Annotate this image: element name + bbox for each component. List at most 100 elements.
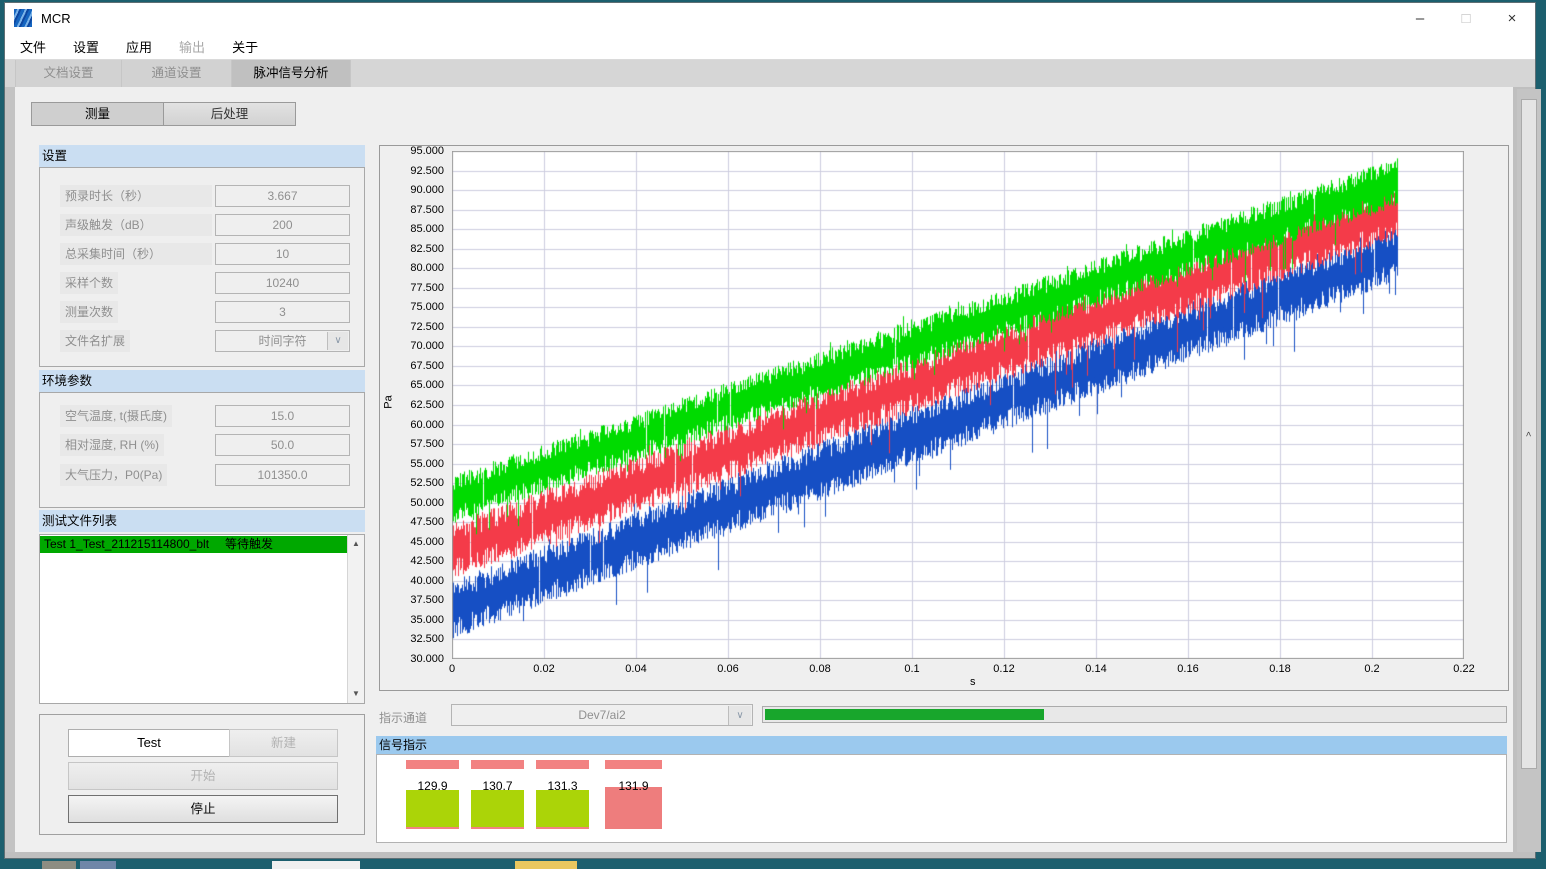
air-temperature-field[interactable]: 15.0	[215, 405, 350, 427]
atmospheric-pressure-field[interactable]: 101350.0	[215, 464, 350, 486]
prerecord-duration-label: 预录时长（秒）	[60, 185, 212, 207]
sound-level-trigger-field[interactable]: 200	[215, 214, 350, 236]
close-button[interactable]: ×	[1489, 3, 1535, 33]
relative-humidity-field[interactable]: 50.0	[215, 434, 350, 456]
subtab-postprocess[interactable]: 后处理	[163, 102, 296, 126]
signal-limit-bar	[605, 760, 662, 769]
chevron-down-icon[interactable]: ∨	[728, 706, 751, 725]
y-tick-label: 50.000	[380, 497, 444, 509]
subtab-measure[interactable]: 测量	[31, 102, 164, 126]
y-tick-label: 57.500	[380, 438, 444, 450]
menu-output: 输出	[179, 37, 205, 56]
form-row: 测量次数 3	[40, 301, 364, 323]
tab-document-settings[interactable]: 文档设置	[15, 60, 122, 87]
stop-button[interactable]: 停止	[68, 795, 338, 823]
progress-fill	[765, 709, 1044, 720]
signal-value: 131.9	[605, 779, 662, 793]
environment-header: 环境参数	[39, 370, 365, 392]
menu-file[interactable]: 文件	[20, 37, 46, 56]
y-tick-label: 60.000	[380, 419, 444, 431]
environment-box: 空气温度, t(摄氏度) 15.0 相对湿度, RH (%) 50.0 大气压力…	[39, 392, 365, 508]
chevron-down-icon[interactable]: ∨	[327, 332, 348, 350]
minimize-button[interactable]: –	[1397, 3, 1443, 33]
menu-about[interactable]: 关于	[232, 37, 258, 56]
taskbar-icon-fragment	[515, 861, 577, 869]
start-button: 开始	[68, 762, 338, 790]
y-tick-label: 92.500	[380, 165, 444, 177]
total-acquisition-time-field[interactable]: 10	[215, 243, 350, 265]
new-button: 新建	[229, 729, 338, 757]
sample-count-field[interactable]: 10240	[215, 272, 350, 294]
x-tick-label: 0.08	[809, 663, 830, 675]
y-tick-label: 42.500	[380, 555, 444, 567]
signal-value: 131.3	[536, 779, 589, 793]
form-row: 空气温度, t(摄氏度) 15.0	[40, 405, 364, 427]
signal-indicator: 129.9	[406, 755, 459, 842]
right-panel-expander[interactable]: <	[1521, 99, 1537, 769]
acquisition-progress-bar	[762, 706, 1507, 723]
test-file-row[interactable]: Test 1_Test_211215114800_blt等待触发	[40, 536, 347, 553]
filename-extension-dropdown[interactable]: 时间字符 ∨	[215, 330, 350, 352]
y-tick-label: 47.500	[380, 516, 444, 528]
taskbar-icon-fragment	[272, 861, 360, 869]
settings-box: 预录时长（秒） 3.667 声级触发（dB） 200 总采集时间（秒） 10 采…	[39, 167, 365, 367]
menu-bar: 文件 设置 应用 输出 关于	[5, 33, 1535, 60]
taskbar-icon-fragment	[80, 861, 116, 869]
x-tick-label: 0	[449, 663, 455, 675]
x-tick-label: 0.04	[625, 663, 646, 675]
x-axis-label: s	[970, 676, 976, 688]
signal-indicator: 131.9	[605, 755, 662, 842]
x-tick-label: 0.06	[717, 663, 738, 675]
scroll-down-icon[interactable]: ▼	[348, 686, 364, 702]
measurement-count-label: 测量次数	[60, 301, 118, 323]
test-file-name: Test 1_Test_211215114800_blt	[44, 537, 209, 551]
signal-level-block	[536, 790, 589, 829]
signal-limit-bar	[471, 760, 524, 769]
filename-extension-label: 文件名扩展	[60, 330, 130, 352]
y-tick-label: 82.500	[380, 243, 444, 255]
prerecord-duration-field[interactable]: 3.667	[215, 185, 350, 207]
title-bar: MCR – □ ×	[5, 3, 1535, 33]
signal-indicator: 131.3	[536, 755, 589, 842]
x-tick-label: 0.16	[1177, 663, 1198, 675]
y-tick-label: 77.500	[380, 282, 444, 294]
app-icon	[14, 9, 32, 27]
y-tick-label: 70.000	[380, 340, 444, 352]
test-name-input[interactable]: Test	[68, 729, 230, 757]
air-temperature-label: 空气温度, t(摄氏度)	[60, 405, 172, 427]
tab-strip: 文档设置 通道设置 脉冲信号分析	[5, 60, 1535, 87]
right-edge-strip: <	[1517, 89, 1541, 852]
indicator-channel-value: Dev7/ai2	[578, 708, 625, 722]
y-tick-label: 37.500	[380, 594, 444, 606]
y-axis-label: Pa	[383, 395, 395, 408]
scroll-up-icon[interactable]: ▲	[348, 536, 364, 552]
tab-channel-settings[interactable]: 通道设置	[122, 60, 232, 87]
test-file-list: Test 1_Test_211215114800_blt等待触发 ▲ ▼	[39, 534, 365, 704]
menu-apply[interactable]: 应用	[126, 37, 152, 56]
x-tick-label: 0.02	[533, 663, 554, 675]
signal-value: 130.7	[471, 779, 524, 793]
form-row: 相对湿度, RH (%) 50.0	[40, 434, 364, 456]
atmospheric-pressure-label: 大气压力，P0(Pa)	[60, 464, 167, 486]
app-window: MCR – □ × 文件 设置 应用 输出 关于 文档设置 通道设置 脉冲信号分…	[4, 2, 1536, 859]
y-tick-label: 95.000	[380, 145, 444, 157]
signal-value: 129.9	[406, 779, 459, 793]
list-scrollbar[interactable]: ▲ ▼	[347, 535, 364, 703]
x-tick-label: 0.14	[1085, 663, 1106, 675]
window-title: MCR	[41, 11, 71, 26]
window-border	[5, 87, 15, 852]
relative-humidity-label: 相对湿度, RH (%)	[60, 434, 164, 456]
form-row: 采样个数 10240	[40, 272, 364, 294]
y-tick-label: 52.500	[380, 477, 444, 489]
controls-box: Test 新建 开始 停止	[39, 714, 365, 835]
x-tick-label: 0.2	[1364, 663, 1379, 675]
waveform-plot[interactable]	[452, 151, 1464, 659]
maximize-button[interactable]: □	[1443, 3, 1489, 33]
indicator-channel-dropdown[interactable]: Dev7/ai2 ∨	[451, 704, 753, 726]
y-tick-label: 67.500	[380, 360, 444, 372]
menu-settings[interactable]: 设置	[73, 37, 99, 56]
measurement-count-field[interactable]: 3	[215, 301, 350, 323]
settings-header: 设置	[39, 145, 365, 167]
signal-indication-panel: 129.9 130.7 131.3 131.9	[376, 754, 1507, 843]
tab-pulse-signal-analysis[interactable]: 脉冲信号分析	[232, 60, 351, 87]
